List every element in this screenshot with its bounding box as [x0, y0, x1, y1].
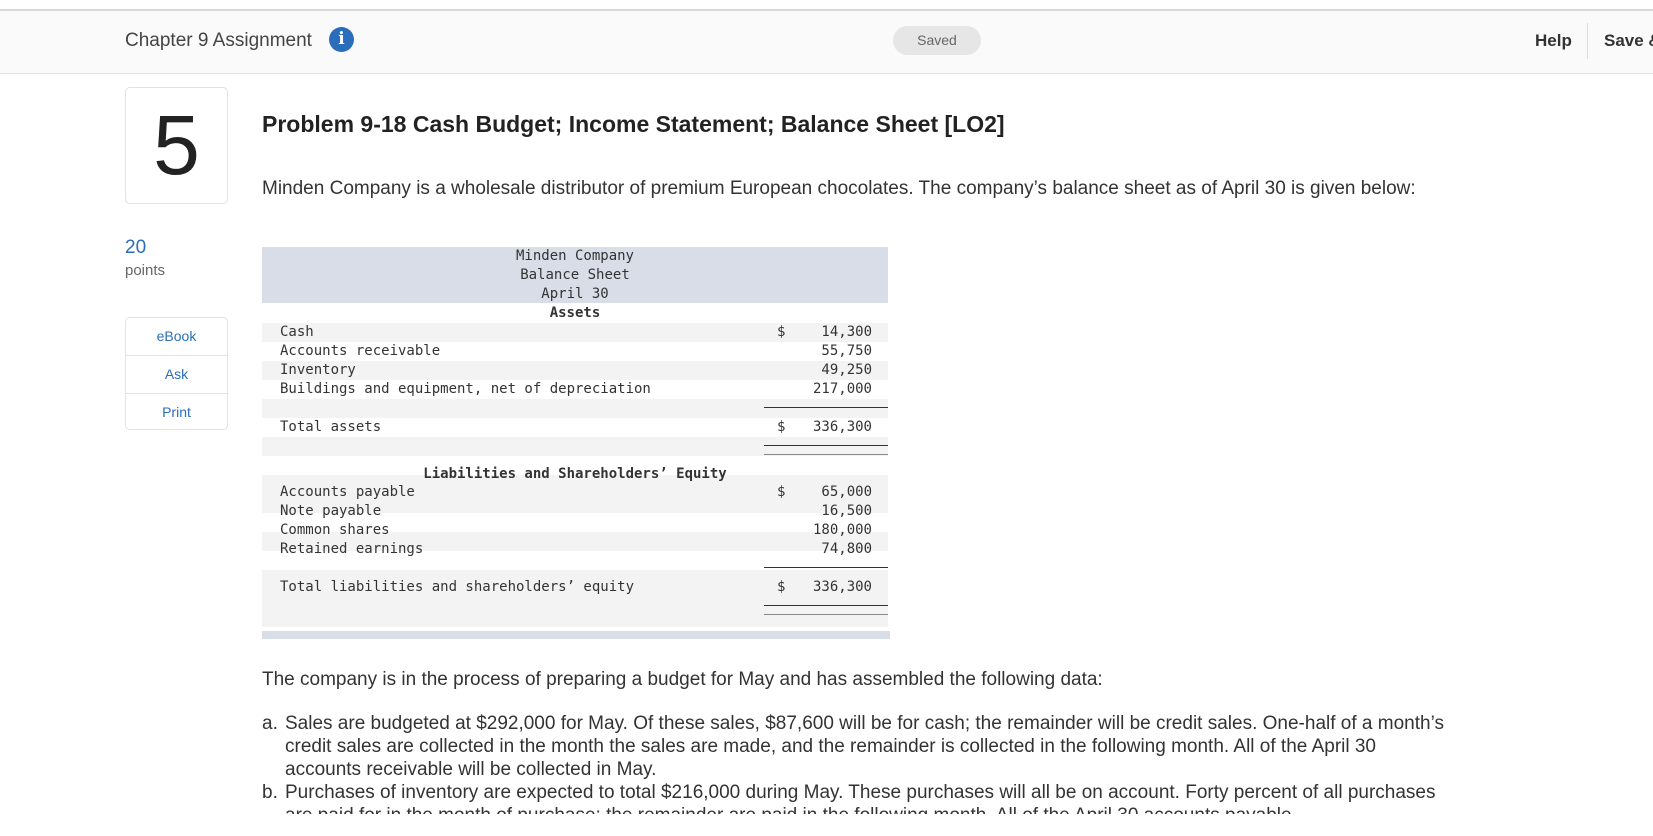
list-item-marker: a. [262, 713, 278, 734]
liability-amount: 16,500 [821, 503, 872, 519]
statement-date: April 30 [541, 286, 609, 302]
saved-status-badge: Saved [893, 26, 981, 55]
question-number: 5 [125, 87, 228, 204]
ebook-button[interactable]: eBook [126, 318, 227, 355]
asset-amount: 49,250 [821, 362, 872, 378]
print-button[interactable]: Print [126, 393, 227, 431]
viewport-bottom-edge [0, 814, 1653, 836]
problem-title: Problem 9-18 Cash Budget; Income Stateme… [262, 111, 1005, 137]
total-liabilities-label: Total liabilities and shareholders’ equi… [280, 579, 635, 595]
liability-label: Note payable [280, 503, 382, 519]
subtotal-rule [764, 567, 888, 568]
asset-amount: 55,750 [821, 343, 872, 359]
total-liabilities-amount: 336,300 [812, 579, 872, 595]
problem-intro: Minden Company is a wholesale distributo… [262, 178, 1416, 199]
liabilities-heading: Liabilities and Shareholders’ Equity [423, 466, 727, 482]
double-rule [764, 605, 888, 606]
liability-label: Retained earnings [280, 541, 424, 557]
total-assets-label: Total assets [280, 419, 382, 435]
save-exit-button[interactable]: Save & Exit [1604, 31, 1653, 51]
double-rule [764, 445, 888, 446]
data-section-intro: The company is in the process of prepari… [262, 669, 1103, 690]
data-list: a. Sales are budgeted at $292,000 for Ma… [262, 712, 1452, 827]
asset-label: Inventory [280, 362, 356, 378]
list-item: a. Sales are budgeted at $292,000 for Ma… [262, 712, 1452, 781]
row-stripe [262, 323, 888, 342]
row-stripe [262, 608, 888, 627]
assignment-title: Chapter 9 Assignment [125, 30, 312, 51]
help-button[interactable]: Help [1535, 31, 1572, 51]
points-label: points [125, 262, 166, 279]
asset-amount: 14,300 [821, 324, 872, 340]
liability-amount: 180,000 [812, 522, 872, 538]
asset-label: Accounts receivable [280, 343, 441, 359]
dollar-sign: $ [777, 484, 786, 500]
balance-sheet-footer [262, 631, 890, 639]
double-rule [764, 454, 888, 455]
liability-amount: 65,000 [821, 484, 872, 500]
asset-label: Cash [280, 324, 314, 340]
total-assets-amount: 336,300 [812, 419, 872, 435]
dollar-sign: $ [777, 419, 786, 435]
header-divider [1587, 23, 1588, 59]
double-rule [764, 614, 888, 615]
assets-heading: Assets [549, 305, 601, 321]
balance-sheet-table: Minden Company Balance Sheet April 30 As… [262, 247, 890, 639]
dollar-sign: $ [777, 579, 786, 595]
row-stripe [262, 361, 888, 380]
question-tools: eBook Ask Print [125, 317, 228, 430]
liability-label: Accounts payable [280, 484, 415, 500]
ask-button[interactable]: Ask [126, 355, 227, 393]
statement-name: Balance Sheet [520, 267, 630, 283]
assignment-header: Chapter 9 Assignment i Saved Help Save &… [0, 11, 1653, 74]
row-stripe [262, 399, 888, 418]
dollar-sign: $ [777, 324, 786, 340]
points-value: 20 [125, 237, 147, 258]
liability-amount: 74,800 [821, 541, 872, 557]
list-item-text: Sales are budgeted at $292,000 for May. … [285, 713, 1444, 780]
liability-label: Common shares [280, 522, 390, 538]
company-name: Minden Company [515, 248, 634, 264]
subtotal-rule [764, 407, 888, 408]
asset-label: Buildings and equipment, net of deprecia… [280, 381, 651, 397]
info-icon[interactable]: i [329, 27, 354, 52]
asset-amount: 217,000 [812, 381, 872, 397]
